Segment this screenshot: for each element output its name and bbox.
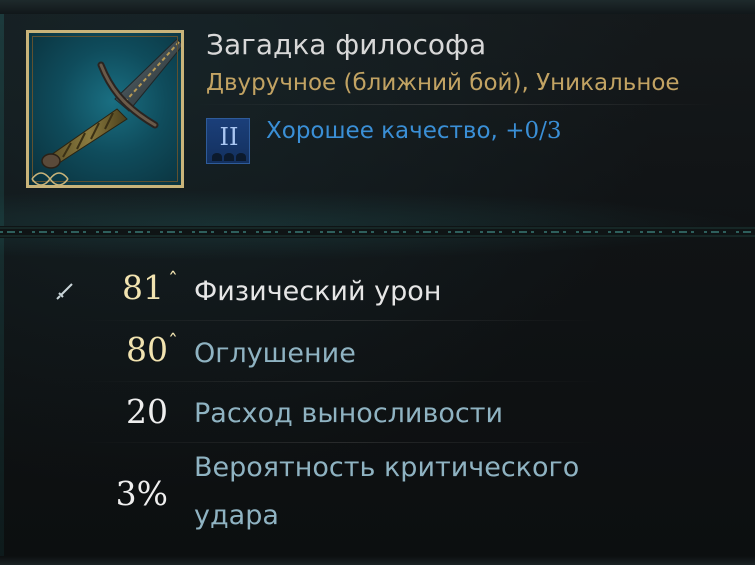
stat-row-crit-chance: 3% Вероятность критического удара (0, 446, 755, 546)
stat-label: Физический урон (194, 276, 442, 307)
item-tooltip-panel: Загадка философа Двуручное (ближний бой)… (0, 0, 755, 565)
stat-label-line1: Вероятность критического (194, 452, 580, 483)
panel-bottom-edge (0, 556, 755, 565)
tier-numeral: II (219, 123, 239, 151)
ornamental-divider (0, 226, 755, 238)
item-type-line: Двуручное (ближний бой), Уникальное (206, 70, 680, 96)
item-name: Загадка философа (206, 28, 487, 61)
quality-label: Хорошее качество, (266, 118, 506, 144)
stat-value: 80 (126, 330, 168, 369)
stat-value: 20 (126, 392, 168, 431)
stat-label: Оглушение (194, 338, 356, 369)
stat-label: Расход выносливости (194, 398, 504, 429)
quality-line: Хорошее качество, +0/3 (266, 118, 561, 144)
panel-top-edge (0, 0, 755, 14)
subtitle-divider (196, 104, 716, 105)
upgrade-caret-icon: ˆ (168, 268, 178, 292)
item-portrait (26, 30, 184, 188)
stat-row-stagger: 80 ˆ Оглушение (0, 324, 755, 382)
stat-row-physical-damage: 81 ˆ Физический урон (0, 262, 755, 320)
sword-icon (41, 38, 181, 169)
row-divider (80, 320, 600, 321)
stat-label-line2: удара (194, 500, 279, 531)
portrait-ornament-icon (31, 172, 69, 186)
quality-pips-icon (212, 153, 246, 161)
row-divider (80, 381, 600, 382)
row-divider (80, 442, 600, 443)
quality-value: +0/3 (505, 118, 562, 144)
stat-value: 81 (122, 268, 164, 307)
upgrade-caret-icon: ˆ (168, 330, 178, 354)
tier-badge: II (206, 118, 250, 164)
stat-row-stamina-cost: 20 Расход выносливости (0, 384, 755, 442)
stat-value: 3% (115, 474, 168, 513)
